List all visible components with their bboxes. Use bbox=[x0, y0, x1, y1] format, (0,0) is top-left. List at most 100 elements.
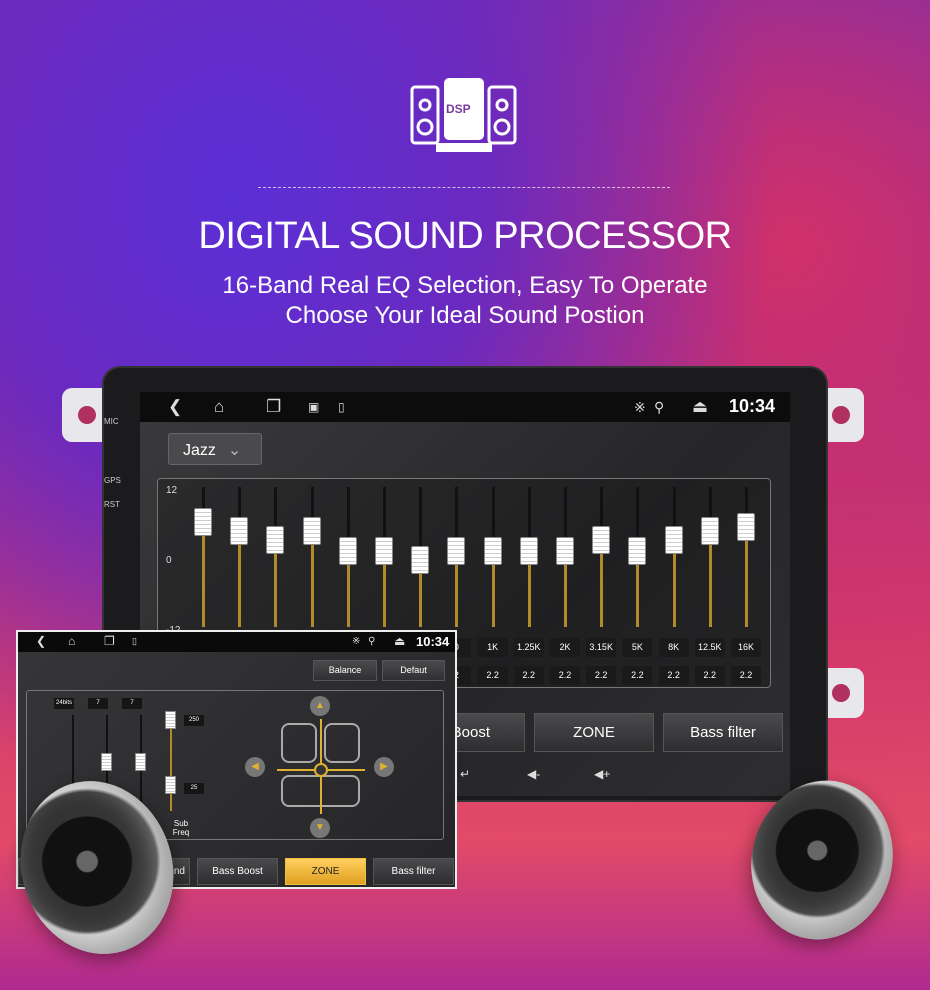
volume-up-icon[interactable]: ◀+ bbox=[594, 767, 610, 781]
slider-tag-3: 7 bbox=[122, 698, 142, 709]
slider-knob[interactable] bbox=[165, 776, 176, 794]
eq-band-knob[interactable] bbox=[447, 537, 466, 566]
gps-label: GPS bbox=[104, 476, 121, 485]
eq-q-value[interactable]: 2.2 bbox=[477, 666, 508, 685]
eq-q-value[interactable]: 2.2 bbox=[658, 666, 689, 685]
eq-band-slider-12[interactable] bbox=[592, 487, 611, 627]
eq-band-knob[interactable] bbox=[411, 545, 430, 574]
eq-band-knob[interactable] bbox=[592, 525, 611, 554]
left-arrow-button[interactable]: ◀ bbox=[245, 757, 265, 777]
preset-value: Jazz bbox=[183, 442, 216, 459]
slider-tag-bits: 24bits bbox=[54, 698, 74, 709]
eq-band-knob[interactable] bbox=[664, 525, 683, 554]
zone-button[interactable]: ZONE bbox=[534, 713, 654, 752]
zone-position-handle[interactable] bbox=[314, 763, 328, 777]
eject-icon[interactable]: ⏏ bbox=[394, 634, 405, 648]
slider-knob[interactable] bbox=[101, 753, 112, 771]
eq-band-slider-8[interactable] bbox=[447, 487, 466, 627]
bass-filter-button[interactable]: Bass filter bbox=[663, 713, 783, 752]
location-icon: ⚲ bbox=[654, 399, 665, 415]
sub-freq-label: Sub Freq bbox=[172, 819, 190, 837]
eq-band-knob[interactable] bbox=[302, 516, 321, 545]
eq-q-value[interactable]: 2.2 bbox=[586, 666, 617, 685]
up-arrow-button[interactable]: ▲ bbox=[310, 696, 330, 716]
eq-band-knob[interactable] bbox=[519, 537, 538, 566]
eq-band-slider-10[interactable] bbox=[519, 487, 538, 627]
home-icon[interactable]: ⌂ bbox=[214, 397, 224, 417]
eq-q-value[interactable]: 2.2 bbox=[694, 666, 725, 685]
page-title: DIGITAL SOUND PROCESSOR bbox=[198, 215, 732, 257]
eq-freq-label: 5K bbox=[622, 638, 653, 657]
preset-dropdown[interactable]: Jazz ⌄ bbox=[168, 433, 262, 465]
eq-band-slider-14[interactable] bbox=[664, 487, 683, 627]
slider-tag-2: 7 bbox=[88, 698, 108, 709]
status-bar: ❮ ⌂ ❐ ▣ ▯ ※ ⚲ ⏏ 10:34 bbox=[140, 392, 790, 422]
eq-band-fill bbox=[202, 522, 205, 627]
eq-band-slider-9[interactable] bbox=[483, 487, 502, 627]
subtitle-1: 16-Band Real EQ Selection, Easy To Opera… bbox=[222, 272, 708, 299]
eq-band-slider-5[interactable] bbox=[338, 487, 357, 627]
eq-band-fill bbox=[708, 530, 712, 627]
eq-band-slider-1[interactable] bbox=[194, 487, 212, 627]
eq-freq-label: 1.25K bbox=[513, 638, 544, 657]
mic-label: MIC bbox=[104, 417, 119, 426]
eq-band-knob[interactable] bbox=[556, 537, 574, 566]
back-icon[interactable]: ❮ bbox=[168, 397, 182, 417]
bluetooth-icon: ※ bbox=[634, 399, 646, 415]
seat-front-left bbox=[281, 723, 317, 763]
right-arrow-button[interactable]: ▶ bbox=[374, 757, 394, 777]
chevron-down-icon: ⌄ bbox=[227, 442, 242, 459]
eq-band-knob[interactable] bbox=[628, 537, 647, 566]
sd-card-icon: ▯ bbox=[132, 636, 137, 646]
eq-band-knob[interactable] bbox=[375, 537, 393, 566]
volume-down-icon[interactable]: ◀- bbox=[527, 767, 540, 781]
eq-band-fill bbox=[310, 530, 314, 627]
eq-band-knob[interactable] bbox=[700, 516, 719, 545]
eq-band-slider-2[interactable] bbox=[230, 487, 249, 627]
eq-q-value[interactable]: 2.2 bbox=[731, 666, 761, 685]
eq-band-knob[interactable] bbox=[266, 525, 285, 554]
eq-freq-label: 2K bbox=[550, 638, 580, 657]
eject-icon[interactable]: ⏏ bbox=[692, 397, 708, 417]
location-icon: ⚲ bbox=[368, 636, 376, 647]
eq-band-slider-6[interactable] bbox=[375, 487, 393, 627]
dsp-label: DSP bbox=[446, 102, 471, 116]
zone-button-active[interactable]: ZONE bbox=[285, 858, 366, 885]
eq-band-fill bbox=[745, 526, 748, 627]
back-icon[interactable]: ❮ bbox=[36, 634, 46, 648]
eq-band-knob[interactable] bbox=[230, 516, 249, 545]
eq-band-slider-7[interactable] bbox=[411, 487, 430, 627]
recent-apps-icon[interactable]: ❐ bbox=[104, 634, 115, 648]
y-tick-max: 12 bbox=[166, 485, 178, 496]
eq-q-value[interactable]: 2.2 bbox=[513, 666, 544, 685]
eq-band-slider-13[interactable] bbox=[628, 487, 647, 627]
home-icon[interactable]: ⌂ bbox=[68, 634, 75, 648]
eq-band-slider-4[interactable] bbox=[302, 487, 321, 627]
bass-boost-button[interactable]: Bass Boost bbox=[197, 858, 278, 885]
bass-filter-button[interactable]: Bass filter bbox=[373, 858, 454, 885]
eq-freq-label: 16K bbox=[731, 638, 761, 657]
eq-q-value[interactable]: 2.2 bbox=[550, 666, 580, 685]
slider-knob[interactable] bbox=[165, 711, 176, 729]
eq-band-knob[interactable] bbox=[737, 512, 755, 541]
eq-band-slider-15[interactable] bbox=[700, 487, 719, 627]
default-button[interactable]: Defaut bbox=[382, 660, 445, 681]
divider bbox=[258, 187, 670, 188]
return-icon[interactable]: ↵ bbox=[460, 767, 470, 781]
balance-button[interactable]: Balance bbox=[313, 660, 377, 681]
recent-apps-icon[interactable]: ❐ bbox=[266, 397, 281, 417]
seat-front-right bbox=[324, 723, 360, 763]
eq-band-fill bbox=[238, 530, 242, 627]
eq-q-value[interactable]: 2.2 bbox=[622, 666, 653, 685]
down-arrow-button[interactable]: ▼ bbox=[310, 818, 330, 838]
eq-band-slider-3[interactable] bbox=[266, 487, 285, 627]
eq-band-slider-11[interactable] bbox=[556, 487, 574, 627]
eq-band-knob[interactable] bbox=[338, 537, 357, 566]
eq-band-knob[interactable] bbox=[483, 537, 502, 566]
rst-label: RST bbox=[104, 500, 120, 509]
sub-freq-slider[interactable] bbox=[165, 711, 176, 811]
slider-knob[interactable] bbox=[135, 753, 146, 771]
eq-band-slider-16[interactable] bbox=[737, 487, 755, 627]
eq-band-knob[interactable] bbox=[194, 508, 212, 536]
eq-freq-label: 3.15K bbox=[586, 638, 617, 657]
